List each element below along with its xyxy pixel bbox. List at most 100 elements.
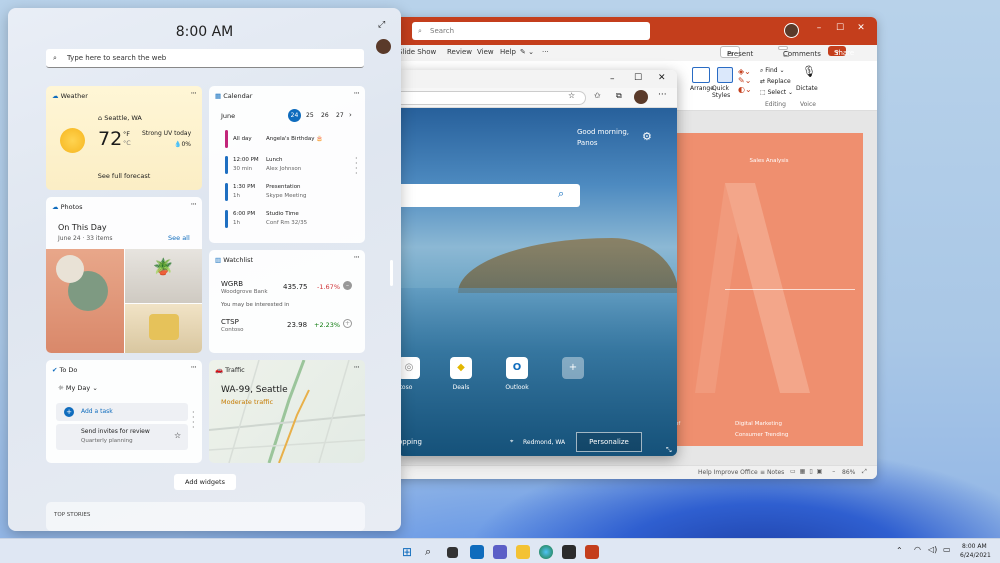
add-stock-icon[interactable]: + [343, 319, 352, 328]
top-stories-card[interactable]: TOP STORIES [46, 502, 365, 531]
replace-button[interactable]: ⇄ Replace [760, 78, 791, 85]
avatar[interactable] [784, 23, 799, 38]
unit-celsius[interactable]: °C [123, 139, 131, 147]
view-buttons[interactable]: ▭▦▯▣ – [790, 468, 839, 475]
full-forecast-link[interactable]: See full forecast [46, 172, 202, 180]
minimize-icon[interactable]: – [810, 23, 828, 33]
quicklink-deals[interactable]: ◆ [450, 357, 472, 379]
photo-thumbnail[interactable]: 🪴 [125, 249, 202, 303]
explorer-icon[interactable] [516, 545, 530, 559]
search-icon[interactable]: ⌕ [425, 545, 439, 559]
more-icon[interactable]: ··· [190, 89, 197, 99]
taskbar-date[interactable]: 6/24/2021 [960, 552, 991, 559]
calendar-day-selected[interactable]: 24 [288, 109, 301, 122]
expand-icon[interactable]: ⤢ [378, 20, 385, 30]
more-icon[interactable]: ··· [353, 253, 360, 263]
share-button[interactable]: ⇪ Share ⌄ [828, 46, 854, 57]
weather-widget[interactable]: ☁ Weather ··· ⌂ Seattle, WA 72 °F °C Str… [46, 86, 202, 190]
fit-slide-icon[interactable]: ⤢ [862, 468, 867, 476]
quick-styles-button[interactable]: Quick Styles [712, 85, 740, 99]
more-icon[interactable]: ··· [542, 48, 549, 56]
remove-stock-icon[interactable]: – [343, 281, 352, 290]
stock-symbol[interactable]: CTSP [221, 318, 239, 326]
calendar-widget[interactable]: ▦ Calendar ··· June 24 25 26 27 › All da… [209, 86, 365, 243]
quicklink-contoso[interactable]: ◎ [398, 357, 420, 379]
windows-icon[interactable]: ⊞ [402, 545, 416, 559]
unit-fahrenheit[interactable]: °F [123, 130, 130, 138]
find-button[interactable]: ⌕ Find ⌄ [760, 67, 785, 75]
teams-icon[interactable] [493, 545, 507, 559]
event-title[interactable]: Presentation [266, 184, 301, 190]
store-icon[interactable] [562, 545, 576, 559]
avatar[interactable] [376, 39, 391, 54]
slide[interactable]: Sales Analysis of Digital Marketing Cons… [675, 133, 863, 446]
calendar-day[interactable]: 27 [336, 112, 344, 119]
stock-symbol[interactable]: WGRB [221, 280, 243, 288]
dictate-button[interactable]: Dictate [796, 85, 818, 92]
watchlist-widget[interactable]: ▥ Watchlist ··· WGRB Woodgrove Bank 435.… [209, 250, 365, 353]
help-improve-office[interactable]: Help Improve Office [698, 469, 758, 476]
task-item[interactable]: Send invites for review Quarterly planni… [56, 424, 188, 450]
resize-icon[interactable]: ⤡ [666, 446, 672, 455]
scroll-dots-icon[interactable]: · · · · [355, 155, 358, 178]
menu-slide-show[interactable]: Slide Show [398, 48, 436, 56]
event-title[interactable]: Lunch [266, 157, 282, 163]
microphone-icon[interactable]: 🎙 [802, 65, 816, 78]
minimize-icon[interactable]: – [610, 74, 615, 84]
quick-styles-icon[interactable] [717, 67, 733, 83]
todo-list-selector[interactable]: ☼ My Day ⌄ [58, 384, 98, 392]
shape-fill-icon[interactable]: ◈⌄ ✎⌄ ◐⌄ [738, 67, 752, 94]
close-icon[interactable]: ✕ [852, 23, 870, 33]
see-all-link[interactable]: See all [168, 234, 190, 242]
scroll-dots-icon[interactable]: · · · · [192, 409, 195, 432]
photo-thumbnail[interactable] [125, 304, 202, 353]
close-icon[interactable]: ✕ [658, 73, 666, 83]
quicklink-outlook[interactable]: O [506, 357, 528, 379]
add-favorite-icon[interactable]: ☆ [568, 91, 575, 100]
arrange-button[interactable]: Arrange [690, 85, 714, 92]
menu-review[interactable]: Review [447, 48, 472, 56]
favorites-icon[interactable]: ✩ [594, 91, 601, 100]
personalize-button[interactable]: Personalize [576, 432, 642, 452]
star-icon[interactable]: ☆ [174, 431, 181, 440]
more-icon[interactable]: ··· [353, 363, 360, 373]
photos-widget[interactable]: ☁ Photos ··· On This Day June 24 · 33 it… [46, 197, 202, 353]
present-button[interactable]: ▭ Present ⌄ [720, 46, 753, 58]
pen-icon[interactable]: ✎ ⌄ [520, 48, 534, 56]
more-icon[interactable]: ··· [658, 90, 667, 100]
comments-button[interactable]: ▢ Comments [778, 46, 821, 58]
collections-icon[interactable]: ⧉ [616, 91, 622, 101]
edge-window[interactable]: – ☐ ✕ ☆ ✩ ⧉ ··· Good morning, Panos ⚙ ⌕ … [398, 70, 677, 456]
battery-icon[interactable]: ▭ [943, 545, 951, 554]
more-icon[interactable]: ··· [190, 363, 197, 373]
volume-icon[interactable]: ◁) [928, 545, 937, 554]
address-bar[interactable] [398, 91, 586, 105]
calendar-day[interactable]: 26 [321, 112, 329, 119]
todo-widget[interactable]: ✔ To Do ··· ☼ My Day ⌄ + Add a task Send… [46, 360, 202, 463]
chevron-right-icon[interactable]: › [349, 111, 352, 119]
edge-icon[interactable] [539, 545, 553, 559]
powerpoint-icon[interactable] [585, 545, 599, 559]
settings-gear-icon[interactable]: ⚙ [642, 130, 652, 143]
shopping-label[interactable]: opping [398, 438, 422, 446]
web-search-input[interactable]: ⌕ Type here to search the web [46, 49, 364, 68]
wifi-icon[interactable]: ◠ [914, 545, 921, 554]
more-icon[interactable]: ··· [353, 89, 360, 99]
chevron-up-icon[interactable]: ⌃ [896, 546, 903, 555]
add-task-row[interactable]: + Add a task [56, 403, 188, 421]
more-icon[interactable]: ··· [190, 200, 197, 210]
maximize-icon[interactable]: ☐ [634, 73, 642, 83]
traffic-widget[interactable]: 🚗 Traffic ··· WA-99, Seattle Moderate tr… [209, 360, 365, 463]
notes-button[interactable]: ≡ Notes [760, 469, 784, 476]
photo-thumbnail[interactable] [46, 249, 124, 353]
event-title[interactable]: Studio Time [266, 211, 299, 217]
calendar-day[interactable]: 25 [306, 112, 314, 119]
arrange-icon[interactable] [692, 67, 710, 83]
avatar[interactable] [634, 90, 648, 104]
web-search-box[interactable]: ⌕ [398, 184, 580, 207]
location-label[interactable]: Redmond, WA [523, 439, 565, 446]
scrollbar-handle[interactable] [390, 260, 393, 286]
menu-view[interactable]: View [477, 48, 494, 56]
search-icon[interactable]: ⌕ [558, 187, 564, 201]
taskview-icon[interactable] [447, 547, 458, 558]
